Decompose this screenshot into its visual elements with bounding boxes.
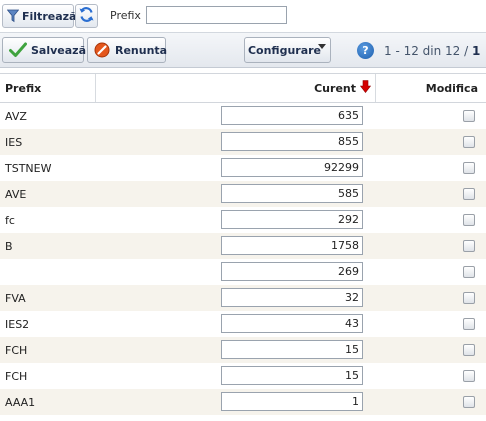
cell-modifica-checkbox[interactable] <box>463 266 475 278</box>
filter-button-label: Filtrează <box>22 9 77 23</box>
cell-prefix: FCH <box>5 344 28 357</box>
cell-prefix: FCH <box>5 370 28 383</box>
table-row: AAA1 <box>0 389 486 415</box>
pager-current-page[interactable]: 1 <box>472 44 480 58</box>
table-row: B <box>0 233 486 259</box>
refresh-button[interactable] <box>75 4 98 28</box>
pager: 1 - 12 din 12 / 1 <box>384 44 480 58</box>
cell-curent-input[interactable] <box>221 392 363 411</box>
toolbar: Salvează Renunta Configurare ? 1 - 12 di… <box>0 32 486 68</box>
configure-dropdown-button[interactable]: Configurare <box>244 37 331 63</box>
cell-prefix: TSTNEW <box>5 162 52 175</box>
table-row: fc <box>0 207 486 233</box>
table-row: IES2 <box>0 311 486 337</box>
funnel-icon <box>6 9 20 23</box>
column-separator <box>95 74 96 102</box>
cell-prefix: AVE <box>5 188 27 201</box>
cell-curent-input[interactable] <box>221 314 363 333</box>
prefix-grid: Prefix Curent Modifica AVZ IES TSTNEW AV… <box>0 73 486 415</box>
filter-bar: Filtrează Prefix <box>0 0 486 32</box>
cell-curent-input[interactable] <box>221 132 363 151</box>
configure-button-label: Configurare <box>247 43 322 57</box>
table-row: AVZ <box>0 103 486 129</box>
cell-modifica-checkbox[interactable] <box>463 344 475 356</box>
cell-prefix: B <box>5 240 13 253</box>
table-row: TSTNEW <box>0 155 486 181</box>
cell-modifica-checkbox[interactable] <box>463 214 475 226</box>
cell-curent-input[interactable] <box>221 184 363 203</box>
filter-button[interactable]: Filtrează <box>2 4 77 28</box>
table-row: AVE <box>0 181 486 207</box>
table-row: IES <box>0 129 486 155</box>
cell-prefix: FVA <box>5 292 26 305</box>
table-row: FVA <box>0 285 486 311</box>
cell-prefix: IES2 <box>5 318 30 331</box>
column-header-modifica[interactable]: Modifica <box>426 82 478 95</box>
cell-prefix: AAA1 <box>5 396 36 409</box>
cell-modifica-checkbox[interactable] <box>463 396 475 408</box>
sort-descending-icon[interactable] <box>359 80 372 96</box>
cancel-button[interactable]: Renunta <box>87 37 168 63</box>
help-icon[interactable]: ? <box>357 42 374 59</box>
cancel-button-label: Renunta <box>115 43 168 57</box>
cell-modifica-checkbox[interactable] <box>463 188 475 200</box>
grid-header: Prefix Curent Modifica <box>0 73 486 103</box>
table-row: FCH <box>0 363 486 389</box>
column-header-curent[interactable]: Curent <box>314 82 356 95</box>
prefix-filter-label: Prefix <box>110 9 141 22</box>
cell-modifica-checkbox[interactable] <box>463 318 475 330</box>
cell-modifica-checkbox[interactable] <box>463 370 475 382</box>
cell-curent-input[interactable] <box>221 340 363 359</box>
checkmark-icon <box>9 42 27 58</box>
cell-curent-input[interactable] <box>221 262 363 281</box>
cell-curent-input[interactable] <box>221 366 363 385</box>
cell-modifica-checkbox[interactable] <box>463 136 475 148</box>
caret-down-icon <box>318 44 326 49</box>
cell-prefix: IES <box>5 136 23 149</box>
cell-curent-input[interactable] <box>221 236 363 255</box>
pager-range: 1 - 12 din 12 / <box>384 44 469 58</box>
cell-modifica-checkbox[interactable] <box>463 162 475 174</box>
cancel-icon <box>94 42 110 58</box>
cell-modifica-checkbox[interactable] <box>463 240 475 252</box>
table-row: FCH <box>0 337 486 363</box>
table-row <box>0 259 486 285</box>
cell-modifica-checkbox[interactable] <box>463 110 475 122</box>
save-button-label: Salvează <box>31 43 86 57</box>
refresh-icon <box>78 6 95 26</box>
prefix-filter-input[interactable] <box>146 6 287 24</box>
save-button[interactable]: Salvează <box>2 37 86 63</box>
cell-modifica-checkbox[interactable] <box>463 292 475 304</box>
column-separator <box>375 74 376 102</box>
column-header-prefix[interactable]: Prefix <box>5 82 41 95</box>
cell-curent-input[interactable] <box>221 106 363 125</box>
cell-prefix: fc <box>5 214 15 227</box>
cell-curent-input[interactable] <box>221 210 363 229</box>
cell-curent-input[interactable] <box>221 288 363 307</box>
cell-prefix: AVZ <box>5 110 27 123</box>
cell-curent-input[interactable] <box>221 158 363 177</box>
